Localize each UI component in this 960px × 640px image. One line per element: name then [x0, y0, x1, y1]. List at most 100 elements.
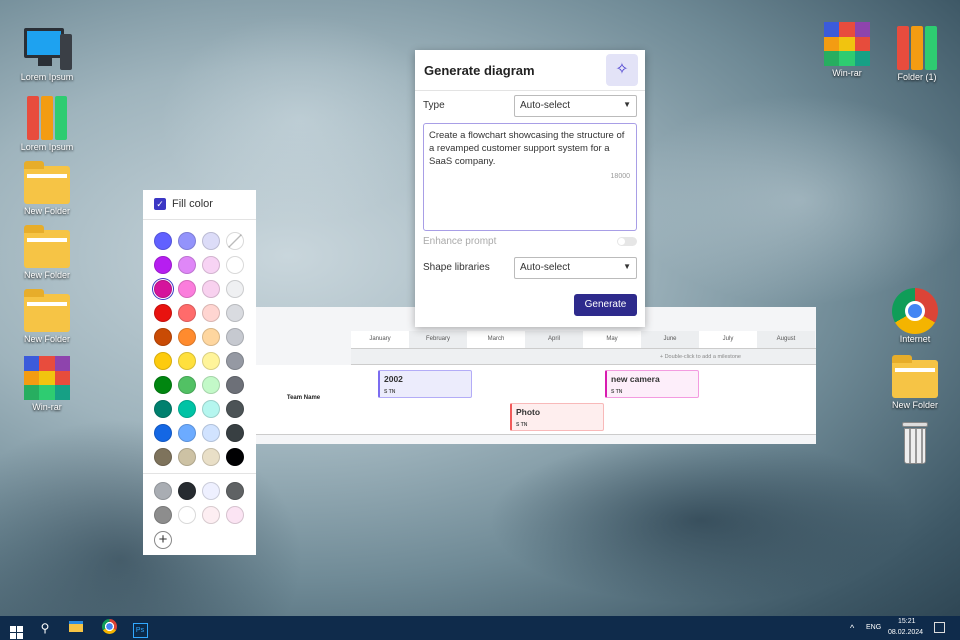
color-swatch[interactable] [154, 482, 172, 500]
desktop-icon-winrar[interactable]: Win-rar [12, 356, 82, 412]
color-swatch[interactable] [202, 232, 220, 250]
color-swatch[interactable] [202, 376, 220, 394]
task-tags: S TN [384, 389, 396, 395]
desktop-icon-label: Folder (1) [897, 72, 937, 82]
enhance-prompt-toggle[interactable] [617, 237, 637, 246]
binders-icon [894, 26, 940, 70]
fill-color-label: Fill color [172, 198, 213, 210]
color-swatch[interactable] [154, 506, 172, 524]
desktop-icon-folder[interactable]: New Folder [880, 355, 950, 410]
color-swatch[interactable] [226, 328, 244, 346]
color-swatch[interactable] [154, 448, 172, 466]
color-swatch[interactable] [202, 280, 220, 298]
color-swatch[interactable] [178, 400, 196, 418]
type-value: Auto-select [520, 100, 571, 111]
fill-color-palette: ✓ Fill color + [143, 190, 256, 555]
divider [143, 473, 256, 474]
color-swatch[interactable] [178, 424, 196, 442]
color-swatch[interactable] [202, 352, 220, 370]
color-swatch[interactable] [202, 328, 220, 346]
color-swatch[interactable] [226, 424, 244, 442]
color-swatch[interactable] [226, 448, 244, 466]
desktop-icon-folder[interactable]: New Folder [12, 225, 82, 280]
color-swatch[interactable] [178, 482, 196, 500]
photoshop-icon[interactable]: Ps [130, 619, 150, 638]
color-swatch[interactable] [178, 506, 196, 524]
color-swatch[interactable] [154, 232, 172, 250]
color-swatch[interactable] [154, 424, 172, 442]
color-swatch[interactable] [154, 280, 172, 298]
chevron-up-icon[interactable]: ^ [850, 623, 854, 633]
color-swatch[interactable] [226, 232, 244, 250]
add-color-button[interactable]: + [154, 531, 172, 549]
color-swatch[interactable] [226, 256, 244, 274]
notifications-icon[interactable] [934, 622, 945, 633]
timeline-panel: January February March April May June July Augu… [256, 307, 816, 444]
task-bar[interactable]: 2002 S TN [378, 370, 472, 398]
generate-button[interactable]: Generate [574, 294, 637, 316]
folder-icon [24, 225, 70, 268]
sparkle-icon[interactable]: ✧ [606, 54, 638, 86]
desktop-icon-folder[interactable]: New Folder [12, 289, 82, 344]
color-swatch[interactable] [226, 400, 244, 418]
clock-date[interactable]: 08.02.2024 [888, 629, 923, 636]
milestone-row[interactable]: + Double-click to add a milestone [351, 348, 816, 365]
color-swatch[interactable] [202, 482, 220, 500]
type-select[interactable]: Auto-select ▼ [514, 95, 637, 117]
month-header: July [699, 331, 757, 348]
binders-icon [24, 96, 70, 140]
windows-start-icon[interactable] [6, 619, 26, 639]
checkbox-checked-icon[interactable]: ✓ [154, 198, 166, 210]
color-swatch[interactable] [178, 256, 196, 274]
desktop-icon-binders[interactable]: Lorem Ipsum [12, 96, 82, 152]
clock-time[interactable]: 15:21 [898, 618, 916, 625]
color-swatch[interactable] [202, 304, 220, 322]
desktop-icon-chrome[interactable]: Internet [880, 288, 950, 344]
color-swatch[interactable] [226, 376, 244, 394]
month-header: April [525, 331, 583, 348]
color-swatch[interactable] [154, 256, 172, 274]
color-swatch[interactable] [226, 352, 244, 370]
color-swatch[interactable] [178, 376, 196, 394]
color-swatch[interactable] [226, 482, 244, 500]
color-swatch[interactable] [226, 506, 244, 524]
desktop-icon-recycle-bin[interactable] [880, 422, 950, 468]
task-bar[interactable]: Photo S TN [510, 403, 604, 431]
color-swatch[interactable] [178, 448, 196, 466]
color-swatch[interactable] [154, 400, 172, 418]
winrar-icon [824, 22, 870, 66]
color-swatch[interactable] [202, 400, 220, 418]
language-indicator[interactable]: ENG [866, 624, 881, 631]
search-icon[interactable]: ⚲ [35, 619, 55, 637]
shape-libraries-label: Shape libraries [423, 262, 490, 273]
color-swatch[interactable] [178, 304, 196, 322]
color-swatch[interactable] [178, 280, 196, 298]
color-swatch[interactable] [226, 280, 244, 298]
task-bar[interactable]: new camera S TN [605, 370, 699, 398]
desktop-icon-computer[interactable]: Lorem Ipsum [12, 26, 82, 82]
desktop-icon-binders[interactable]: Folder (1) [882, 26, 952, 82]
color-swatch[interactable] [154, 376, 172, 394]
shape-libraries-select[interactable]: Auto-select ▼ [514, 257, 637, 279]
chrome-taskbar-icon[interactable] [99, 619, 119, 637]
color-swatch[interactable] [178, 328, 196, 346]
fill-color-toggle[interactable]: ✓ Fill color [154, 198, 213, 210]
desktop-icon-label: Lorem Ipsum [20, 72, 74, 82]
color-swatch[interactable] [154, 304, 172, 322]
color-swatch[interactable] [202, 506, 220, 524]
color-swatch[interactable] [202, 424, 220, 442]
desktop-icon-winrar[interactable]: Win-rar [812, 22, 882, 78]
color-swatch[interactable] [202, 448, 220, 466]
color-swatch[interactable] [178, 352, 196, 370]
color-swatch[interactable] [178, 232, 196, 250]
desktop-icon-folder[interactable]: New Folder [12, 161, 82, 216]
color-swatch[interactable] [202, 256, 220, 274]
file-explorer-icon[interactable] [66, 619, 86, 637]
prompt-textarea[interactable]: Create a flowchart showcasing the struct… [423, 123, 637, 231]
month-header: May [583, 331, 641, 348]
month-header: February [409, 331, 467, 348]
color-swatch[interactable] [154, 328, 172, 346]
folder-icon [24, 161, 70, 204]
color-swatch[interactable] [226, 304, 244, 322]
color-swatch[interactable] [154, 352, 172, 370]
